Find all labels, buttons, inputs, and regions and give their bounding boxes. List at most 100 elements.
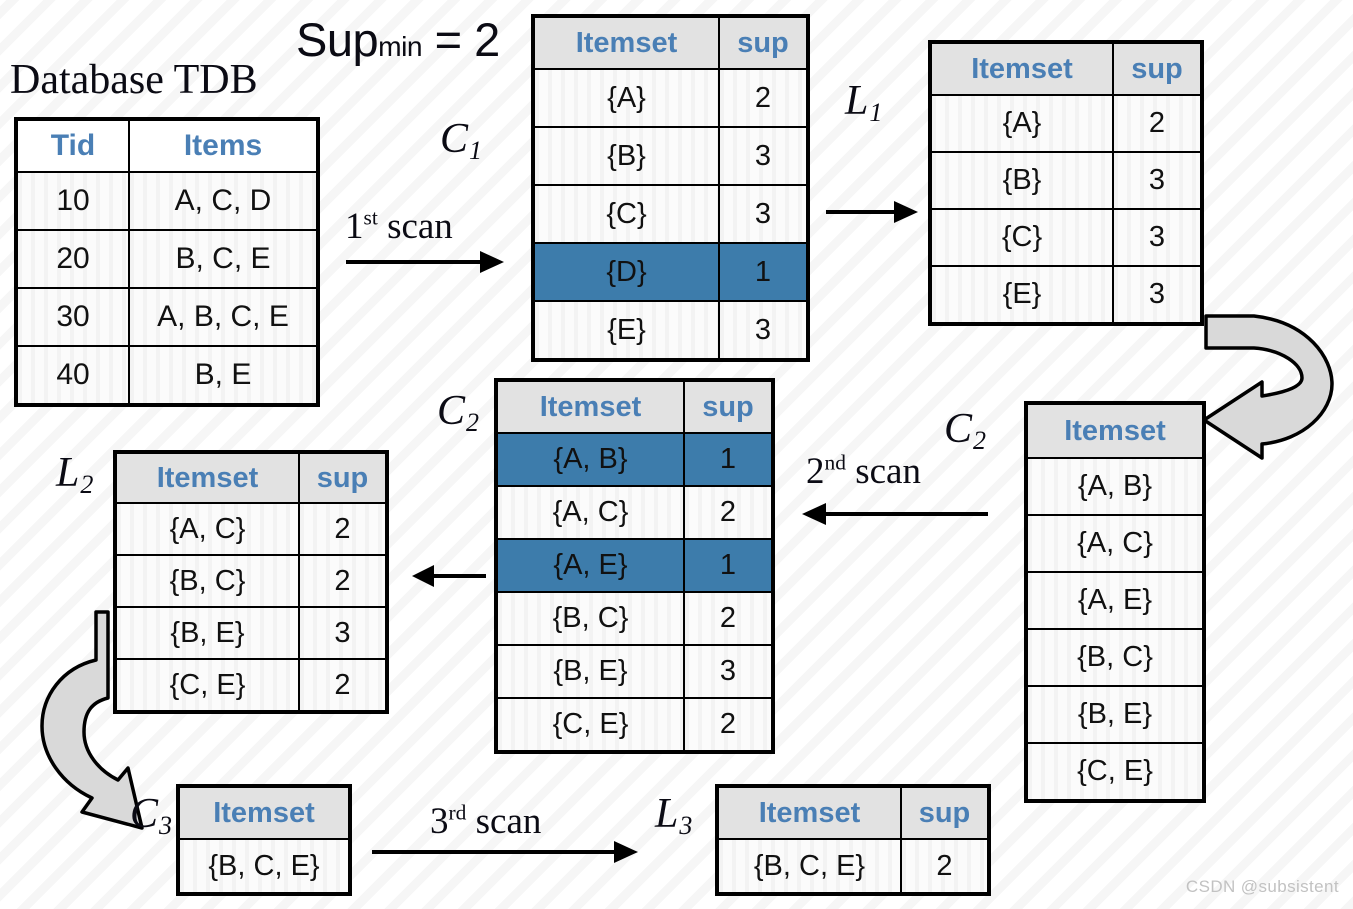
l1-subscript: 1 bbox=[869, 97, 883, 127]
table-row-pruned: {A, E} 1 bbox=[495, 538, 774, 593]
c2-counted-cell-itemset: {C, E} bbox=[495, 697, 685, 753]
c1-cell-itemset: {D} bbox=[532, 242, 720, 302]
l1-cell-itemset: {E} bbox=[929, 265, 1114, 325]
l3-header-itemset: Itemset bbox=[716, 785, 902, 840]
table-row: {A} 2 bbox=[929, 94, 1203, 153]
table-row: {A, B} bbox=[1025, 457, 1205, 516]
table-row: {A, C} 2 bbox=[495, 485, 774, 540]
supmin-label: Supmin = 2 bbox=[296, 12, 500, 67]
c1-cell-itemset: {A} bbox=[532, 68, 720, 128]
l3-cell-itemset: {B, C, E} bbox=[716, 838, 902, 895]
l2-label: L2 bbox=[56, 452, 93, 498]
supmin-equation: = 2 bbox=[422, 13, 501, 66]
c2-counted-cell-sup: 1 bbox=[683, 538, 774, 593]
table-header-row: Itemset sup bbox=[532, 15, 809, 70]
c3-cell-itemset: {B, C, E} bbox=[177, 838, 351, 895]
l1-header-itemset: Itemset bbox=[929, 41, 1114, 96]
tdb-header-items: Items bbox=[128, 118, 319, 173]
table-row: {B} 3 bbox=[929, 151, 1203, 210]
table-header-row: Tid Items bbox=[15, 118, 319, 173]
table-row: {A} 2 bbox=[532, 68, 809, 128]
table-row: {B, E} 3 bbox=[495, 644, 774, 699]
tdb-cell-items: B, E bbox=[128, 345, 319, 406]
table-row: {C} 3 bbox=[929, 208, 1203, 267]
c2-candidate-cell-itemset: {A, C} bbox=[1025, 514, 1205, 573]
table-row: {B, E} 3 bbox=[114, 606, 388, 660]
table-header-row: Itemset sup bbox=[114, 451, 388, 504]
l3-subscript: 3 bbox=[679, 810, 693, 840]
table-header-row: Itemset sup bbox=[495, 379, 774, 434]
c2-counted-cell-sup: 2 bbox=[683, 485, 774, 540]
first-scan-arrow bbox=[346, 251, 504, 273]
c2-counted-header-sup: sup bbox=[683, 379, 774, 434]
c2-candidate-header-itemset: Itemset bbox=[1025, 402, 1205, 459]
c2-counted-header-itemset: Itemset bbox=[495, 379, 685, 434]
table-row: {E} 3 bbox=[532, 300, 809, 361]
l1-cell-sup: 3 bbox=[1112, 151, 1203, 210]
table-row: {B, E} bbox=[1025, 685, 1205, 744]
table-row: {A, E} bbox=[1025, 571, 1205, 630]
table-row: {B, C} 2 bbox=[114, 554, 388, 608]
table-row: 20 B, C, E bbox=[15, 229, 319, 289]
l3-cell-sup: 2 bbox=[900, 838, 990, 895]
scan-ordinal: 1 bbox=[345, 206, 364, 247]
table-header-row: Itemset sup bbox=[929, 41, 1203, 96]
table-row: 10 A, C, D bbox=[15, 171, 319, 231]
c3-letter: C bbox=[130, 791, 159, 837]
table-row: {C, E} 2 bbox=[114, 658, 388, 713]
l1-cell-itemset: {A} bbox=[929, 94, 1114, 153]
c2-counted-table: Itemset sup {A, B} 1 {A, C} 2 {A, E} 1 {… bbox=[494, 378, 775, 754]
c1-header-sup: sup bbox=[718, 15, 809, 70]
third-scan-arrow bbox=[372, 841, 638, 863]
c2-candidate-cell-itemset: {A, B} bbox=[1025, 457, 1205, 516]
c2-counted-cell-itemset: {A, E} bbox=[495, 538, 685, 593]
table-row-pruned: {A, B} 1 bbox=[495, 432, 774, 487]
l2-header-itemset: Itemset bbox=[114, 451, 300, 504]
table-row: {C, E} 2 bbox=[495, 697, 774, 753]
supmin-subscript: min bbox=[378, 30, 423, 62]
tdb-cell-tid: 30 bbox=[15, 287, 130, 347]
database-tdb-table: Tid Items 10 A, C, D 20 B, C, E 30 A, B,… bbox=[14, 117, 320, 407]
tdb-cell-tid: 20 bbox=[15, 229, 130, 289]
table-row: {B, C} bbox=[1025, 628, 1205, 687]
c1-header-itemset: Itemset bbox=[532, 15, 720, 70]
scan-ordinal-suffix: rd bbox=[448, 800, 467, 825]
l2-cell-sup: 2 bbox=[298, 554, 388, 608]
c2-candidate-cell-itemset: {B, E} bbox=[1025, 685, 1205, 744]
c2-counted-cell-itemset: {A, B} bbox=[495, 432, 685, 487]
c1-to-l1-arrow bbox=[826, 201, 918, 223]
l1-label: L1 bbox=[845, 80, 882, 126]
l1-cell-itemset: {B} bbox=[929, 151, 1114, 210]
l1-cell-sup: 3 bbox=[1112, 265, 1203, 325]
l1-itemset-table: Itemset sup {A} 2 {B} 3 {C} 3 {E} 3 bbox=[928, 40, 1204, 326]
c1-cell-sup: 2 bbox=[718, 68, 809, 128]
tdb-cell-items: A, B, C, E bbox=[128, 287, 319, 347]
c2-mid-subscript: 2 bbox=[466, 407, 480, 437]
c2-candidate-table: Itemset {A, B} {A, C} {A, E} {B, C} {B, … bbox=[1024, 401, 1206, 803]
table-header-row: Itemset bbox=[177, 785, 351, 840]
c2-mid-letter: C bbox=[437, 388, 466, 434]
c2-candidate-cell-itemset: {C, E} bbox=[1025, 742, 1205, 802]
c2-counted-cell-sup: 1 bbox=[683, 432, 774, 487]
table-header-row: Itemset bbox=[1025, 402, 1205, 459]
c2-right-subscript: 2 bbox=[973, 425, 987, 455]
c2-to-l2-arrow bbox=[412, 565, 486, 587]
c1-cell-itemset: {E} bbox=[532, 300, 720, 361]
scan-ordinal-suffix: st bbox=[363, 205, 378, 230]
c2-counted-cell-itemset: {B, C} bbox=[495, 591, 685, 646]
table-row: 30 A, B, C, E bbox=[15, 287, 319, 347]
c2-counted-label: C2 bbox=[437, 390, 479, 436]
table-row: {B, C, E} 2 bbox=[716, 838, 990, 895]
c2-counted-cell-itemset: {B, E} bbox=[495, 644, 685, 699]
table-row: {B, C} 2 bbox=[495, 591, 774, 646]
l2-subscript: 2 bbox=[80, 469, 94, 499]
l2-cell-sup: 3 bbox=[298, 606, 388, 660]
table-row: 40 B, E bbox=[15, 345, 319, 406]
c1-cell-sup: 3 bbox=[718, 184, 809, 244]
l1-cell-sup: 2 bbox=[1112, 94, 1203, 153]
second-scan-arrow bbox=[802, 503, 988, 525]
tdb-cell-items: A, C, D bbox=[128, 171, 319, 231]
c1-itemset-table: Itemset sup {A} 2 {B} 3 {C} 3 {D} 1 {E} bbox=[531, 14, 810, 362]
table-row: {B} 3 bbox=[532, 126, 809, 186]
l2-itemset-table: Itemset sup {A, C} 2 {B, C} 2 {B, E} 3 {… bbox=[113, 450, 389, 714]
